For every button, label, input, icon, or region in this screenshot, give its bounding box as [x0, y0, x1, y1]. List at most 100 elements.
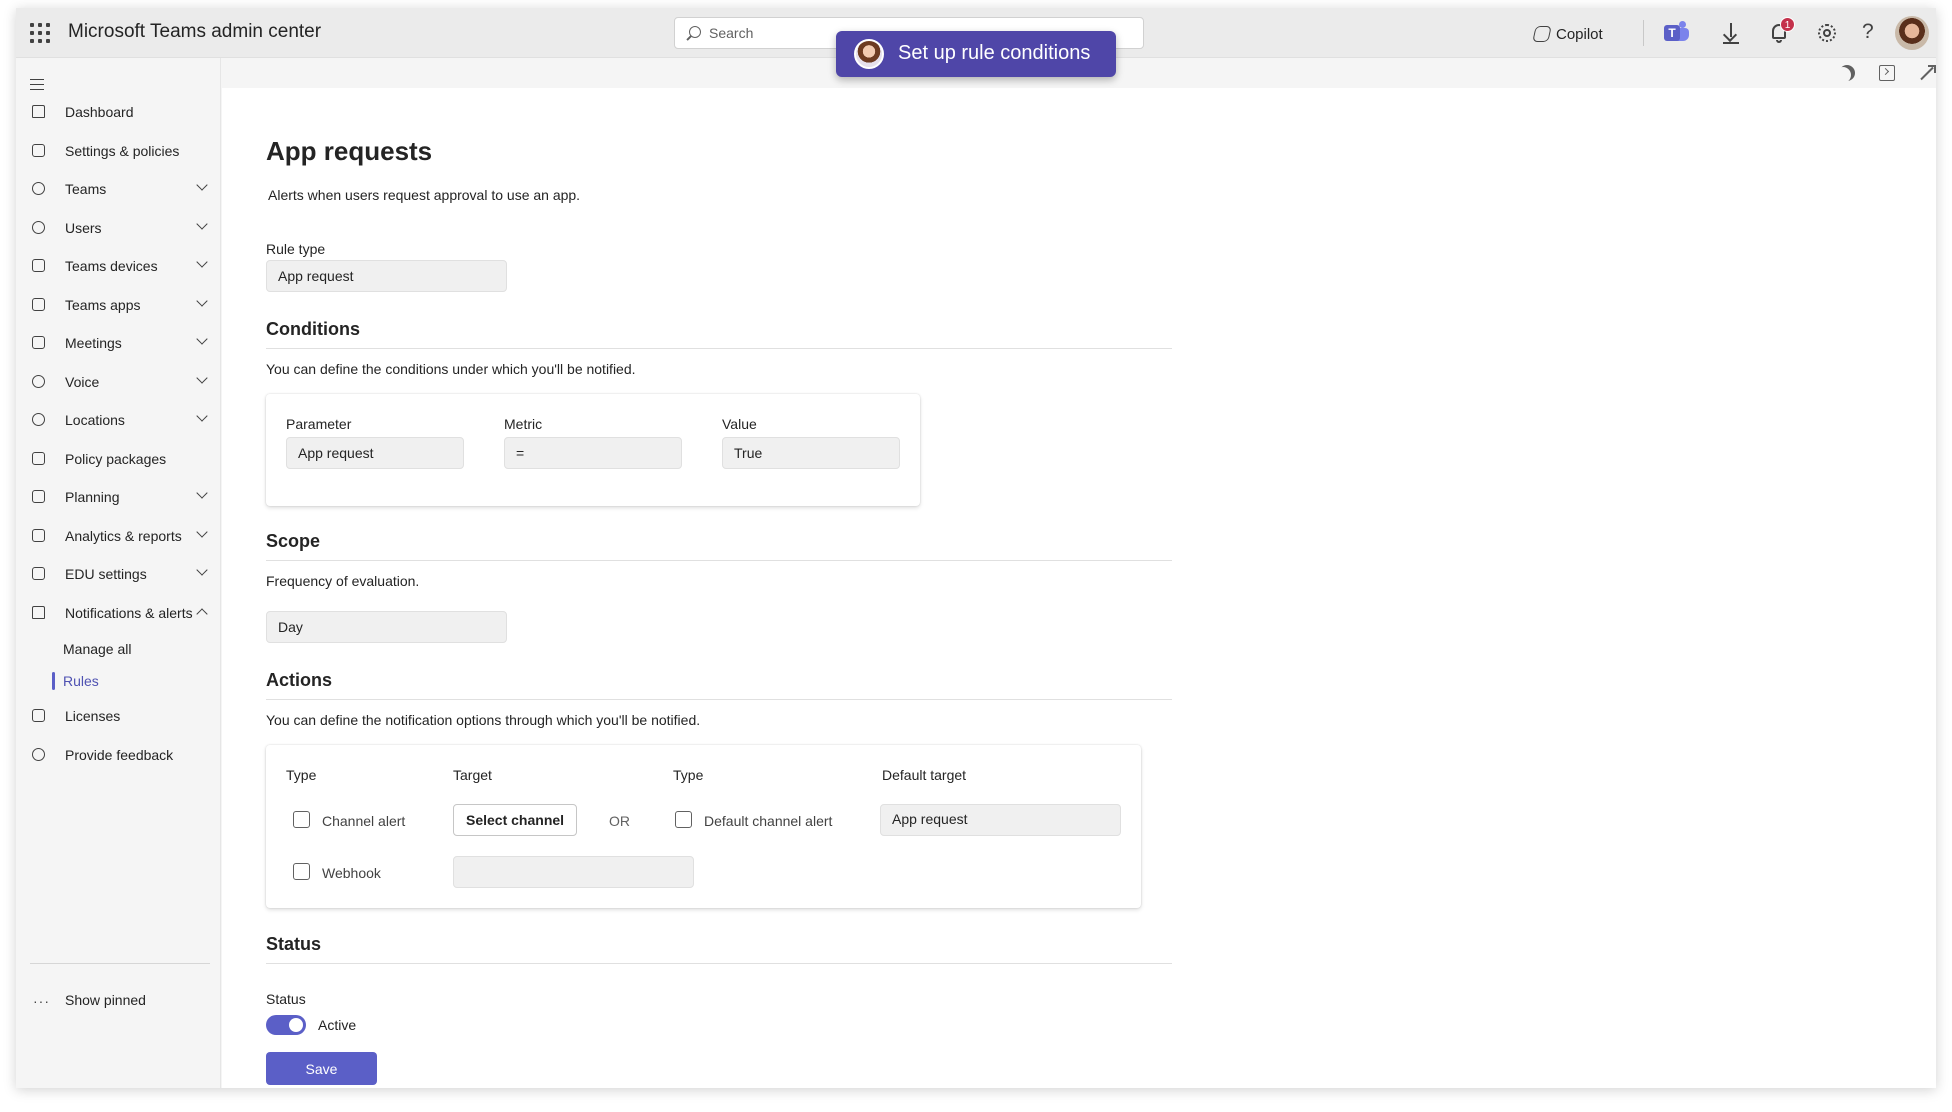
parameter-label: Parameter — [286, 416, 352, 432]
user-avatar[interactable] — [1895, 16, 1929, 50]
or-separator: OR — [609, 813, 630, 829]
nav-planning[interactable]: Planning — [16, 481, 221, 515]
guide-banner-text: Set up rule conditions — [898, 42, 1091, 64]
status-heading: Status — [266, 934, 322, 954]
guide-banner: Set up rule conditions — [836, 31, 1116, 77]
webhook-url-input[interactable] — [453, 856, 694, 888]
nav-manage-all[interactable]: Manage all — [63, 641, 132, 657]
teams-icon[interactable]: T — [1664, 21, 1690, 45]
package-icon — [32, 452, 45, 465]
nav-teams[interactable]: Teams — [16, 173, 221, 207]
globe-icon — [32, 413, 45, 426]
nav-show-pinned[interactable]: Show pinned — [16, 984, 221, 1018]
nav-label: Users — [65, 220, 102, 236]
page-title: App requests — [266, 136, 433, 166]
admin-center-window: Microsoft Teams admin center Search Copi… — [16, 8, 1936, 1088]
feedback-icon — [32, 748, 45, 761]
teams-nav-icon — [32, 182, 45, 195]
scope-frequency-field: Day — [266, 611, 507, 643]
status-toggle-label: Active — [318, 1017, 357, 1033]
chevron-down-icon — [196, 487, 208, 499]
settings-policies-icon — [32, 144, 45, 157]
bell-icon — [32, 606, 45, 619]
graduation-cap-icon — [32, 567, 45, 580]
nav-label: Teams — [65, 181, 107, 197]
channel-alert-label: Channel alert — [322, 813, 406, 829]
nav-voice[interactable]: Voice — [16, 366, 221, 400]
active-indicator — [52, 672, 55, 690]
value-label: Value — [722, 416, 757, 432]
nav-label: Provide feedback — [65, 747, 174, 763]
nav-label: Licenses — [65, 708, 121, 724]
settings-gear-icon[interactable] — [1815, 21, 1839, 45]
main-content: App requests Alerts when users request a… — [222, 58, 1936, 1088]
nav-label: Planning — [65, 489, 120, 505]
chevron-down-icon — [196, 564, 208, 576]
users-icon — [32, 221, 45, 234]
default-channel-alert-label: Default channel alert — [704, 813, 833, 829]
chevron-down-icon — [196, 218, 208, 230]
nav-label: Teams devices — [65, 258, 158, 274]
chevron-down-icon — [196, 256, 208, 268]
nav-label: Teams apps — [65, 297, 141, 313]
scope-description: Frequency of evaluation. — [266, 573, 420, 589]
select-channel-button[interactable]: Select channel — [453, 804, 578, 836]
nav-edu-settings[interactable]: EDU settings — [16, 558, 221, 592]
nav-dashboard[interactable]: Dashboard — [16, 96, 221, 130]
status-label: Status — [266, 991, 306, 1007]
hamburger-menu-icon[interactable] — [30, 79, 44, 90]
nav-label: Settings & policies — [65, 143, 180, 159]
chevron-down-icon — [196, 179, 208, 191]
nav-notifications-alerts[interactable]: Notifications & alerts — [16, 597, 221, 631]
download-icon[interactable] — [1719, 21, 1743, 45]
nav-settings-policies[interactable]: Settings & policies — [16, 135, 221, 169]
nav-rules[interactable]: Rules — [63, 673, 99, 689]
nav-policy-packages[interactable]: Policy packages — [16, 443, 221, 477]
save-button[interactable]: Save — [266, 1052, 377, 1085]
notification-count-badge: 1 — [1780, 17, 1795, 32]
dark-mode-moon-icon[interactable] — [1839, 65, 1855, 81]
metric-field: = — [504, 437, 682, 469]
nav-analytics-reports[interactable]: Analytics & reports — [16, 520, 221, 554]
expand-icon[interactable] — [1919, 65, 1936, 81]
terminal-icon[interactable] — [1879, 65, 1895, 81]
type2-column-label: Type — [673, 767, 704, 783]
type-column-label: Type — [286, 767, 317, 783]
licenses-icon — [32, 709, 45, 722]
nav-teams-devices[interactable]: Teams devices — [16, 250, 221, 284]
devices-icon — [32, 259, 45, 272]
guide-avatar — [854, 39, 884, 69]
conditions-card: Parameter App request Metric = Value Tru… — [266, 394, 920, 506]
nav-label: Policy packages — [65, 451, 167, 467]
home-icon — [32, 105, 45, 118]
nav-label: EDU settings — [65, 566, 147, 582]
default-channel-alert-checkbox[interactable] — [675, 811, 692, 828]
conditions-description: You can define the conditions under whic… — [266, 361, 636, 377]
help-icon[interactable]: ? — [1862, 20, 1874, 44]
nav-users[interactable]: Users — [16, 212, 221, 246]
channel-alert-checkbox[interactable] — [293, 811, 310, 828]
status-toggle[interactable] — [266, 1015, 306, 1035]
nav-teams-apps[interactable]: Teams apps — [16, 289, 221, 323]
chevron-up-icon — [196, 608, 208, 620]
search-placeholder: Search — [709, 25, 754, 41]
actions-description: You can define the notification options … — [266, 712, 701, 728]
webhook-label: Webhook — [322, 865, 381, 881]
app-launcher-icon[interactable] — [30, 23, 50, 43]
nav-label: Show pinned — [65, 992, 146, 1008]
nav-provide-feedback[interactable]: Provide feedback — [16, 739, 221, 773]
apps-icon — [32, 298, 45, 311]
nav-licenses[interactable]: Licenses — [16, 700, 221, 734]
nav-locations[interactable]: Locations — [16, 404, 221, 438]
default-target-field[interactable]: App request — [880, 804, 1121, 836]
nav-label: Voice — [65, 374, 100, 390]
webhook-checkbox[interactable] — [293, 863, 310, 880]
copilot-icon — [1532, 26, 1552, 42]
nav-meetings[interactable]: Meetings — [16, 327, 221, 361]
copilot-button[interactable]: Copilot — [1532, 23, 1603, 45]
page-description: Alerts when users request approval to us… — [268, 187, 581, 203]
scope-divider — [266, 560, 1172, 561]
metric-label: Metric — [504, 416, 543, 432]
default-target-column-label: Default target — [882, 767, 967, 783]
app-title: Microsoft Teams admin center — [68, 21, 322, 42]
